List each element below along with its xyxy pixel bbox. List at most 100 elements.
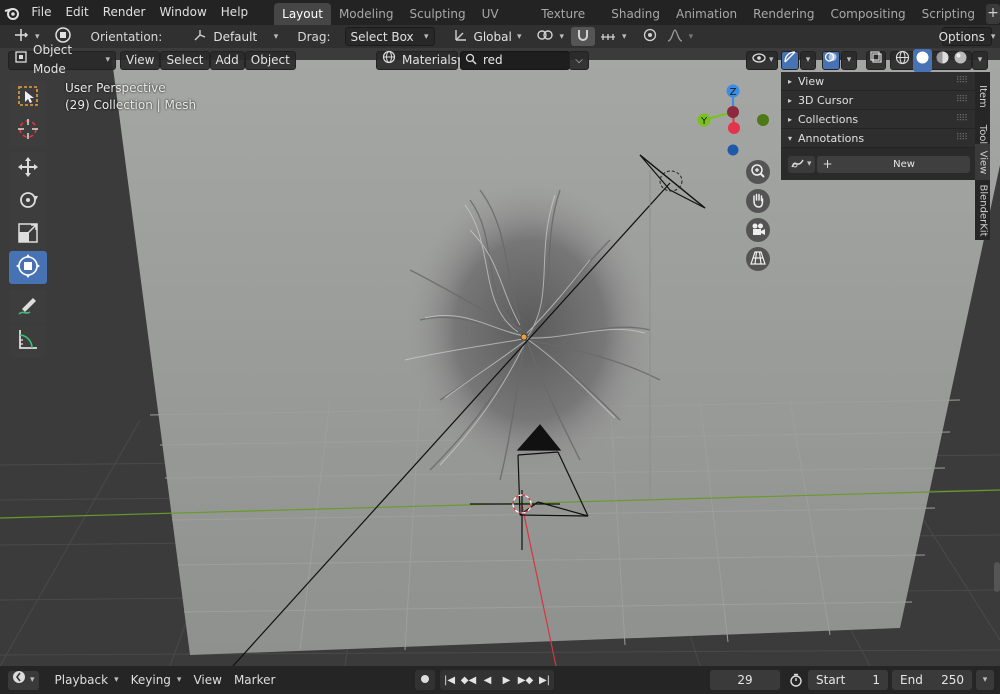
tab-animation[interactable]: Animation xyxy=(668,3,745,25)
marker-menu[interactable]: Marker xyxy=(228,671,281,690)
tab-uv-editing[interactable]: UV Editing xyxy=(474,3,534,43)
visibility-dropdown[interactable]: ▾ xyxy=(746,50,778,70)
keying-menu[interactable]: Keying ▾ xyxy=(125,671,188,690)
panel-view-section[interactable]: ▸ View ⠿⠿ xyxy=(781,72,975,91)
drag-dropdown[interactable]: Select Box ▾ xyxy=(344,27,435,46)
pan-view-button[interactable] xyxy=(746,189,770,213)
tab-item[interactable]: Item xyxy=(975,78,990,114)
shading-options-dropdown[interactable]: ▾ xyxy=(972,50,988,70)
panel-section-label: Annotations xyxy=(798,131,865,145)
prev-keyframe-icon[interactable]: ◆◀ xyxy=(459,670,478,690)
falloff-dropdown[interactable]: ▾ xyxy=(662,27,699,46)
chevron-down-icon: ▾ xyxy=(805,54,811,65)
overlay-toggle[interactable] xyxy=(822,50,840,70)
view-perspective-label: User Perspective xyxy=(65,81,166,95)
timeline-options-dropdown[interactable]: ▾ xyxy=(976,670,994,690)
tab-scripting[interactable]: Scripting xyxy=(914,3,983,25)
tab-rendering[interactable]: Rendering xyxy=(745,3,822,25)
menu-render[interactable]: Render xyxy=(96,0,153,25)
annotate-tool[interactable] xyxy=(9,290,47,323)
move-tool[interactable] xyxy=(9,152,47,185)
ortho-toggle-button[interactable] xyxy=(746,247,770,271)
menu-edit[interactable]: Edit xyxy=(58,0,95,25)
orientation-dropdown[interactable]: Default ▾ xyxy=(188,27,283,46)
tab-view[interactable]: View xyxy=(975,144,990,180)
snap-target-dropdown[interactable]: ▾ xyxy=(595,27,632,46)
menu-window[interactable]: Window xyxy=(152,0,213,25)
tab-blenderkit[interactable]: BlenderKit xyxy=(975,182,990,238)
timeline-view-menu[interactable]: View xyxy=(187,671,227,690)
camera-view-button[interactable] xyxy=(746,218,770,242)
editor-type-dropdown[interactable]: ▾ xyxy=(8,670,39,690)
gizmo-toggle[interactable] xyxy=(781,50,799,70)
select-box-tool[interactable] xyxy=(9,81,47,114)
jump-start-icon[interactable]: |◀ xyxy=(440,670,459,690)
viewport-scrollbar[interactable] xyxy=(994,562,1000,592)
chevron-down-icon: ▾ xyxy=(273,31,279,42)
tab-modeling[interactable]: Modeling xyxy=(331,3,402,25)
transform-tool[interactable] xyxy=(9,251,47,284)
wireframe-shading-icon[interactable] xyxy=(895,50,910,71)
xray-toggle[interactable] xyxy=(866,50,886,70)
jump-end-icon[interactable]: ▶| xyxy=(535,670,554,690)
panel-annotations-section[interactable]: ▾ Annotations ⠿⠿ xyxy=(781,129,975,148)
navigation-gizmo[interactable]: Z Y xyxy=(690,80,780,160)
select-menu[interactable]: Select xyxy=(160,50,210,70)
material-search-input[interactable]: red xyxy=(460,50,570,70)
next-keyframe-icon[interactable]: ▶◆ xyxy=(516,670,535,690)
menu-file[interactable]: File xyxy=(24,0,58,25)
tab-texture-paint[interactable]: Texture Paint xyxy=(533,3,603,43)
new-annotation-button[interactable]: + New xyxy=(816,155,970,173)
chevron-down-icon: ▾ xyxy=(807,159,812,169)
cursor-tool[interactable] xyxy=(9,114,47,147)
add-menu[interactable]: Add xyxy=(209,50,245,70)
tab-sculpting[interactable]: Sculpting xyxy=(402,3,474,25)
record-button[interactable] xyxy=(415,670,435,690)
tab-compositing[interactable]: Compositing xyxy=(822,3,913,25)
rendered-shading-icon[interactable] xyxy=(953,50,968,71)
drag-grip-icon[interactable]: ⠿⠿ xyxy=(956,133,968,143)
object-mode-dropdown[interactable]: Object Mode ▾ xyxy=(8,43,116,76)
gizmo-dropdown[interactable]: ▾ xyxy=(800,50,816,70)
add-workspace-button[interactable]: + xyxy=(986,4,1000,24)
y-axis-label: Y xyxy=(700,116,708,127)
orientation-value: Default xyxy=(213,29,258,44)
drag-grip-icon[interactable]: ⠿⠿ xyxy=(956,76,968,86)
play-reverse-icon[interactable]: ◀ xyxy=(478,670,497,690)
play-icon[interactable]: ▶ xyxy=(497,670,516,690)
tab-shading[interactable]: Shading xyxy=(603,3,668,25)
record-icon xyxy=(420,673,430,687)
current-frame-field[interactable]: 29 xyxy=(710,670,780,690)
pivot-point-dropdown[interactable]: ▾ xyxy=(531,27,570,46)
stopwatch-icon[interactable] xyxy=(786,670,806,690)
zoom-view-button[interactable] xyxy=(746,160,770,184)
annotations-content: ▾ + New xyxy=(781,148,975,180)
view-menu[interactable]: View xyxy=(120,50,161,70)
shading-dropdown[interactable]: Materials ▾ xyxy=(376,50,462,70)
start-frame-field[interactable]: Start 1 xyxy=(808,670,888,690)
tab-layout[interactable]: Layout xyxy=(274,3,331,25)
snap-increment-icon xyxy=(600,28,616,45)
panel-collections-section[interactable]: ▸ Collections ⠿⠿ xyxy=(781,110,975,129)
rotate-tool[interactable] xyxy=(9,185,47,218)
chevron-down-icon: ▾ xyxy=(688,31,694,42)
solid-shading-icon[interactable] xyxy=(912,48,932,72)
annotation-layer-dropdown[interactable]: ▾ xyxy=(788,155,815,173)
end-frame-field[interactable]: End 250 xyxy=(892,670,972,690)
options-dropdown[interactable]: Options ▾ xyxy=(939,27,995,46)
measure-tool[interactable] xyxy=(9,324,47,357)
scale-tool[interactable] xyxy=(9,218,47,251)
search-options-button[interactable]: ⌵ xyxy=(569,50,589,70)
panel-3d-cursor-section[interactable]: ▸ 3D Cursor ⠿⠿ xyxy=(781,91,975,110)
material-preview-icon[interactable] xyxy=(935,50,950,71)
proportional-edit-toggle[interactable] xyxy=(638,27,662,46)
transform-orientation-dropdown[interactable]: Global ▾ xyxy=(449,27,527,46)
snap-toggle[interactable] xyxy=(571,27,596,46)
object-menu[interactable]: Object xyxy=(244,50,296,70)
blender-logo-icon[interactable] xyxy=(0,0,24,25)
drag-grip-icon[interactable]: ⠿⠿ xyxy=(956,114,968,124)
playback-menu[interactable]: Playback ▾ xyxy=(49,671,125,690)
menu-help[interactable]: Help xyxy=(214,0,255,25)
drag-grip-icon[interactable]: ⠿⠿ xyxy=(956,95,968,105)
overlay-dropdown[interactable]: ▾ xyxy=(841,50,857,70)
